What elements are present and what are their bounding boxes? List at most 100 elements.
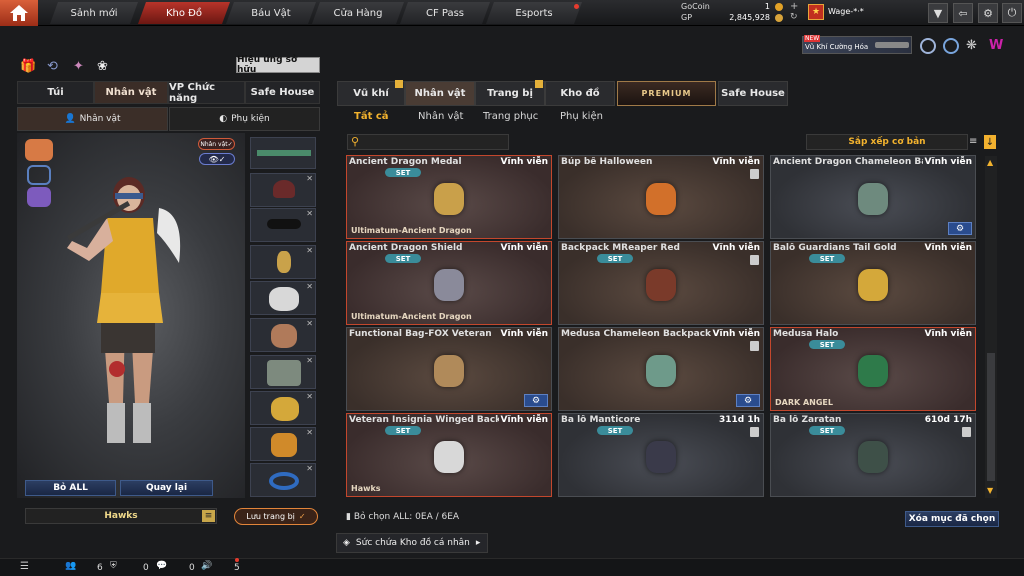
remove-icon[interactable]: ✕ [306,464,313,473]
left-tab-safe-house[interactable]: Safe House [245,81,320,104]
gear-icon[interactable]: ⚙ [978,3,998,23]
inventory-item-card[interactable]: Medusa Halo Vĩnh viễn SET DARK ANGEL [770,327,976,411]
right-tab-premium[interactable]: PREMIUM [617,81,716,106]
right-tab-safe-house[interactable]: Safe House [718,81,788,106]
slot-hat[interactable]: ✕ [250,173,316,207]
sound-icon[interactable]: 🔊 [201,561,212,571]
sort-arrow-icon[interactable]: ↓ [984,135,996,149]
slot-gold-wing[interactable]: ✕ [250,391,316,425]
event-icon-1[interactable] [920,38,936,54]
shield-icon[interactable]: ▼ [928,3,948,23]
event-icon-4[interactable]: W [989,38,1007,54]
subtab-nhan-vat[interactable]: 👤 Nhân vật [17,107,168,131]
inventory-item-card[interactable]: Ba lô Manticore 311d 1h SET [558,413,764,497]
event-icon-2[interactable] [943,38,959,54]
nav-tab-bau-vat[interactable]: Báu Vật [226,2,316,24]
menu-icon[interactable]: ≡ [969,136,981,148]
char-type-icon-3[interactable] [27,187,51,207]
subtab-phu-kien[interactable]: ◐ Phụ kiện [169,107,320,131]
subtab-nhan-vat-r[interactable]: Nhân vật [418,111,463,125]
pet-icon[interactable]: ❀ [97,59,108,74]
slot-wings[interactable]: ✕ [250,281,316,315]
nav-tab-kho-do[interactable]: Kho Đồ [138,2,230,24]
inventory-item-card[interactable]: Functional Bag-FOX Veteran Vĩnh viễn ⚙ [346,327,552,411]
remove-icon[interactable]: ✕ [306,319,313,328]
remove-icon[interactable]: ✕ [306,174,313,183]
gift-icon[interactable]: 🎁 [20,59,36,74]
search-input[interactable]: ⚲ [347,134,509,150]
trash-icon[interactable] [750,427,759,437]
eye-icon[interactable]: 👁✓ [199,153,235,165]
clan-name-field[interactable]: Hawks [25,508,217,524]
remove-icon[interactable]: ✕ [306,392,313,401]
scroll-down-icon[interactable]: ▼ [987,486,993,495]
inventory-item-card[interactable]: Ba lô Zaratan 610d 17h SET [770,413,976,497]
trash-icon[interactable] [750,255,759,265]
plus-icon[interactable]: + [790,1,798,12]
remove-icon[interactable]: ✕ [306,282,313,291]
subtab-tat-ca[interactable]: Tất cả [354,111,389,125]
scroll-up-icon[interactable]: ▲ [987,158,993,167]
char-type-icon-2[interactable] [27,165,51,185]
remove-icon[interactable]: ✕ [306,246,313,255]
inventory-item-card[interactable]: Ancient Dragon Medal Vĩnh viễn SET Ultimatu… [346,155,552,239]
sort-dropdown[interactable]: Sắp xếp cơ bản [806,134,968,150]
scrollbar[interactable]: ▲ ▼ [985,156,997,498]
inventory-item-card[interactable]: Backpack MReaper Red Vĩnh viễn SET [558,241,764,325]
back-button[interactable]: Quay lại [120,480,213,496]
save-outfit-button[interactable]: Lưu trang bị ✓ [234,508,318,525]
capacity-button[interactable]: ◈ Sức chứa Kho đồ cá nhân ▸ [336,533,488,553]
trash-icon[interactable] [750,341,759,351]
trash-icon[interactable] [962,427,971,437]
slot-emblem[interactable]: ✕ [250,318,316,352]
inventory-item-card[interactable]: Balô Guardians Tail Gold Vĩnh viễn SET [770,241,976,325]
exit-icon[interactable]: ⇦ [953,3,973,23]
gear-button[interactable]: ⚙ [524,394,548,407]
left-tab-tui[interactable]: Túi [17,81,94,104]
slot-glasses[interactable]: ✕ [250,208,316,242]
slot-claw[interactable]: ✕ [250,427,316,461]
clan-icon[interactable]: ⛨ [110,561,117,571]
remove-icon[interactable]: ✕ [306,356,313,365]
rotate-icon[interactable]: ⟲ [47,59,58,74]
list-menu-icon[interactable]: ☰ [20,561,29,572]
trash-icon[interactable] [750,169,759,179]
friends-icon[interactable]: 👥 [65,561,76,571]
event-icon-3[interactable]: ❋ [966,38,982,54]
inventory-item-card[interactable]: Veteran Insignia Winged BackpackVĩnh viễ… [346,413,552,497]
slot-bracelet[interactable]: ✕ [250,463,316,497]
remove-icon[interactable]: ✕ [306,428,313,437]
delete-selected-button[interactable]: Xóa mục đã chọn [905,511,999,527]
username[interactable]: Wage-*·* [828,7,864,16]
pose-icon[interactable]: ✦ [73,59,84,74]
home-button[interactable] [0,0,38,26]
char-type-icon-1[interactable] [25,139,53,161]
gear-button[interactable]: ⚙ [736,394,760,407]
scroll-thumb[interactable] [987,353,995,481]
refresh-icon[interactable]: ↻ [790,12,798,22]
character-preview[interactable]: Nhân vật✓ 👁✓ [17,133,245,498]
inventory-item-card[interactable]: Ancient Dragon Shield Vĩnh viễn SET Ultimat… [346,241,552,325]
inventory-item-card[interactable]: Medusa Chameleon Backpack Vĩnh viễn ⚙ [558,327,764,411]
subtab-phu-kien-r[interactable]: Phụ kiện [560,111,603,125]
slot-backpack[interactable]: ✕ [250,355,316,389]
left-tab-nhan-vat[interactable]: Nhân vật [94,81,168,104]
inventory-item-card[interactable]: Búp bê Halloween Vĩnh viễn [558,155,764,239]
inventory-item-card[interactable]: Ancient Dragon Chameleon BackpackVĩnh vi… [770,155,976,239]
nav-tab-esports[interactable]: Esports [486,2,582,24]
promo-banner[interactable]: NEW Vũ Khí Cường Hóa [802,35,912,54]
left-tab-vp-chuc-nang[interactable]: VP Chức năng [168,81,245,104]
power-icon[interactable]: ⏻ [1002,3,1022,23]
remove-icon[interactable]: ✕ [306,209,313,218]
nav-tab-sanh-moi[interactable]: Sảnh mới [50,2,138,24]
nav-tab-cua-hang[interactable]: Cửa Hàng [312,2,404,24]
nav-tab-cf-pass[interactable]: CF Pass [400,2,490,24]
ownership-effect-button[interactable]: Hiệu ứng sở hữu [236,55,320,75]
slot-medal[interactable]: ✕ [250,245,316,279]
slot-weapon[interactable] [250,137,316,169]
remove-all-button[interactable]: Bỏ ALL [25,480,116,496]
right-tab-kho-do[interactable]: Kho đồ [545,81,615,106]
gear-button[interactable]: ⚙ [948,222,972,235]
char-badge[interactable]: Nhân vật✓ [198,138,235,150]
subtab-trang-phuc[interactable]: Trang phục [483,111,538,125]
